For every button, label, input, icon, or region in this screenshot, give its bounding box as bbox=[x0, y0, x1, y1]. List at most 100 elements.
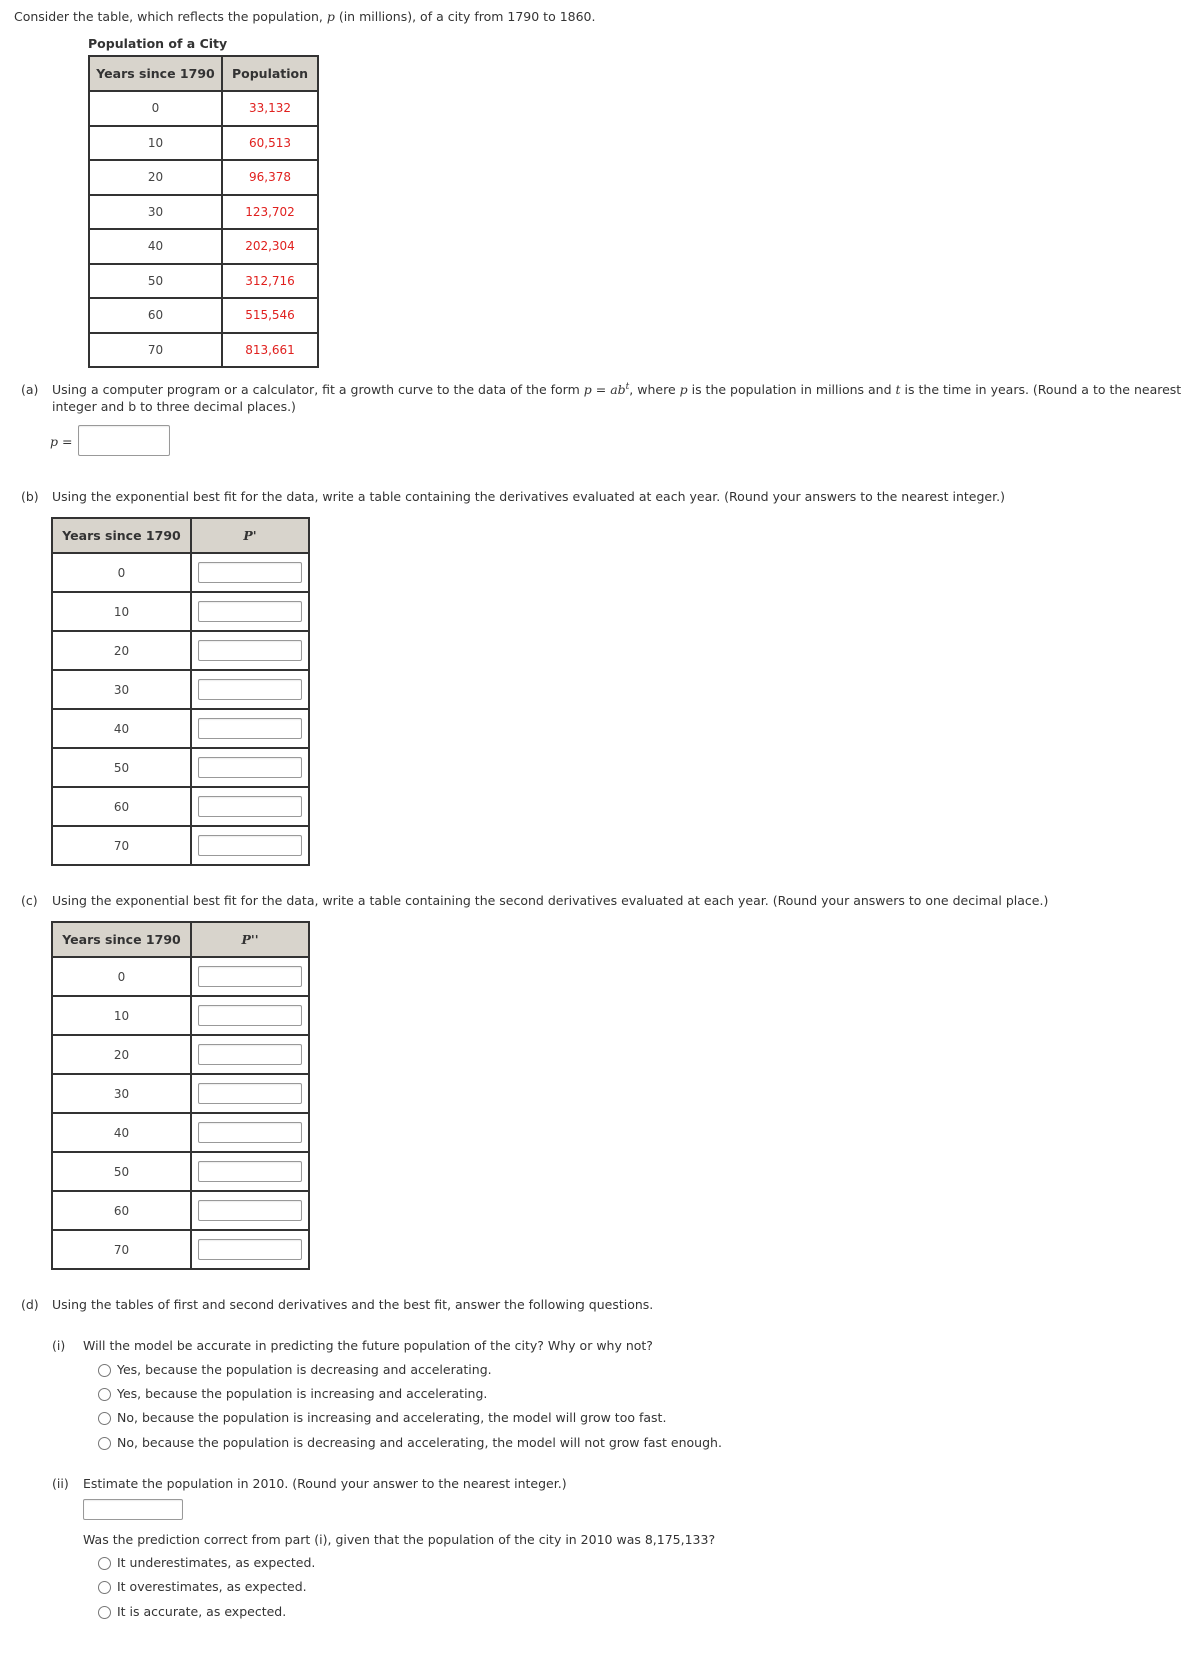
radio-option-ii-1[interactable]: It overestimates, as expected. bbox=[98, 1579, 307, 1594]
radio-button[interactable] bbox=[98, 1581, 111, 1594]
intro-suffix: (in millions), of a city from 1790 to 18… bbox=[334, 9, 596, 24]
table-caption: Population of a City bbox=[88, 36, 228, 51]
radio-button[interactable] bbox=[98, 1388, 111, 1401]
years-cell: 20 bbox=[51, 1034, 192, 1075]
years-cell: 10 bbox=[51, 591, 192, 632]
p-prime-input[interactable] bbox=[198, 796, 302, 817]
table-row: 30 bbox=[51, 1073, 310, 1114]
radio-button[interactable] bbox=[98, 1606, 111, 1619]
table-row: 20 96,378 bbox=[88, 159, 319, 196]
radio-button[interactable] bbox=[98, 1557, 111, 1570]
table-row: 70 bbox=[51, 825, 310, 866]
population-cell: 60,513 bbox=[221, 124, 319, 161]
option-label: Yes, because the population is decreasin… bbox=[117, 1362, 492, 1377]
years-cell: 0 bbox=[51, 956, 192, 997]
table-row: 60 515,546 bbox=[88, 297, 319, 334]
header-p-double-prime: P'' bbox=[190, 921, 310, 958]
part-c-label: (c) bbox=[21, 893, 38, 908]
years-cell: 10 bbox=[88, 124, 223, 161]
header-population: Population bbox=[221, 55, 319, 92]
radio-button[interactable] bbox=[98, 1437, 111, 1450]
part-a-text1: Using a computer program or a calculator… bbox=[52, 382, 584, 398]
part-a-text2: , where bbox=[629, 382, 680, 398]
header-p-prime: P' bbox=[190, 517, 310, 554]
table-row: 50 312,716 bbox=[88, 262, 319, 299]
table-row: 0 bbox=[51, 552, 310, 593]
years-cell: 70 bbox=[88, 331, 223, 368]
table-row: 70 bbox=[51, 1229, 310, 1270]
years-cell: 60 bbox=[51, 1190, 192, 1231]
p-equals-label: p = bbox=[50, 434, 72, 449]
p-double-prime-input[interactable] bbox=[198, 1005, 302, 1026]
p-double-prime-input[interactable] bbox=[198, 1200, 302, 1221]
formula-lhs: p bbox=[583, 382, 592, 398]
option-label: It overestimates, as expected. bbox=[117, 1579, 307, 1594]
p-prime-input[interactable] bbox=[198, 562, 302, 583]
intro-prefix: Consider the table, which reflects the p… bbox=[14, 9, 327, 24]
years-cell: 30 bbox=[51, 669, 192, 710]
radio-option-i-1[interactable]: Yes, because the population is increasin… bbox=[98, 1386, 487, 1401]
option-label: No, because the population is decreasing… bbox=[117, 1435, 722, 1450]
table-row: 20 bbox=[51, 1034, 310, 1075]
part-b-text: Using the exponential best fit for the d… bbox=[52, 489, 1005, 504]
p-double-prime-input[interactable] bbox=[198, 1083, 302, 1104]
part-d-text: Using the tables of first and second der… bbox=[52, 1297, 654, 1312]
p-prime-input[interactable] bbox=[198, 640, 302, 661]
radio-option-ii-0[interactable]: It underestimates, as expected. bbox=[98, 1555, 315, 1570]
years-cell: 40 bbox=[51, 708, 192, 749]
table-row: 40 bbox=[51, 1112, 310, 1153]
p-double-prime-input[interactable] bbox=[198, 1239, 302, 1260]
p-double-prime-input[interactable] bbox=[198, 1161, 302, 1182]
years-cell: 70 bbox=[51, 825, 192, 866]
table-row: 70 813,661 bbox=[88, 331, 319, 368]
table-row: 0 33,132 bbox=[88, 90, 319, 127]
years-cell: 10 bbox=[51, 995, 192, 1036]
radio-button[interactable] bbox=[98, 1364, 111, 1377]
part-a-text4: is the time in years. (Round a to the ne… bbox=[900, 382, 1182, 398]
years-cell: 60 bbox=[51, 786, 192, 827]
radio-option-ii-2[interactable]: It is accurate, as expected. bbox=[98, 1604, 286, 1619]
part-a-text3: is the population in millions and bbox=[687, 382, 896, 398]
p-equals-sign: = bbox=[58, 434, 73, 449]
formula-eq: = bbox=[591, 382, 611, 398]
p-prime-input[interactable] bbox=[198, 718, 302, 739]
part-a-line2: integer and b to three decimal places.) bbox=[52, 399, 296, 414]
years-cell: 50 bbox=[88, 262, 223, 299]
p-equals-var: p bbox=[50, 434, 59, 449]
second-derivative-table: Years since 1790 P'' 0 10 20 30 40 50 60… bbox=[51, 921, 310, 1270]
part-b-label: (b) bbox=[21, 489, 39, 504]
table-row: 50 bbox=[51, 747, 310, 788]
p-variable: p bbox=[679, 382, 688, 398]
p-double-prime-input[interactable] bbox=[198, 966, 302, 987]
first-derivative-table: Years since 1790 P' 0 10 20 30 40 50 60 … bbox=[51, 517, 310, 866]
header-years: Years since 1790 bbox=[51, 517, 192, 554]
years-cell: 60 bbox=[88, 297, 223, 334]
radio-button[interactable] bbox=[98, 1412, 111, 1425]
part-d-ii-question: Estimate the population in 2010. (Round … bbox=[83, 1476, 567, 1491]
table-row: 10 bbox=[51, 591, 310, 632]
part-d-ii-label: (ii) bbox=[52, 1476, 69, 1491]
p-prime-input[interactable] bbox=[198, 835, 302, 856]
population-cell: 515,546 bbox=[221, 297, 319, 334]
population-2010-input[interactable] bbox=[83, 1499, 183, 1520]
years-cell: 40 bbox=[88, 228, 223, 265]
p-prime-input[interactable] bbox=[198, 757, 302, 778]
radio-option-i-3[interactable]: No, because the population is decreasing… bbox=[98, 1435, 722, 1450]
p-prime-input[interactable] bbox=[198, 601, 302, 622]
p-formula-input[interactable] bbox=[78, 425, 170, 456]
years-cell: 30 bbox=[51, 1073, 192, 1114]
p-double-prime-input[interactable] bbox=[198, 1122, 302, 1143]
p-prime-input[interactable] bbox=[198, 679, 302, 700]
years-cell: 70 bbox=[51, 1229, 192, 1270]
p-double-prime-input[interactable] bbox=[198, 1044, 302, 1065]
radio-option-i-2[interactable]: No, because the population is increasing… bbox=[98, 1410, 666, 1425]
population-cell: 312,716 bbox=[221, 262, 319, 299]
population-table: Years since 1790 Population 0 33,132 10 60… bbox=[88, 55, 319, 368]
radio-option-i-0[interactable]: Yes, because the population is decreasin… bbox=[98, 1362, 492, 1377]
years-cell: 20 bbox=[88, 159, 223, 196]
years-cell: 20 bbox=[51, 630, 192, 671]
table-row: 30 123,702 bbox=[88, 193, 319, 230]
part-d-i-label: (i) bbox=[52, 1338, 66, 1353]
years-cell: 0 bbox=[51, 552, 192, 593]
table-row: 10 bbox=[51, 995, 310, 1036]
